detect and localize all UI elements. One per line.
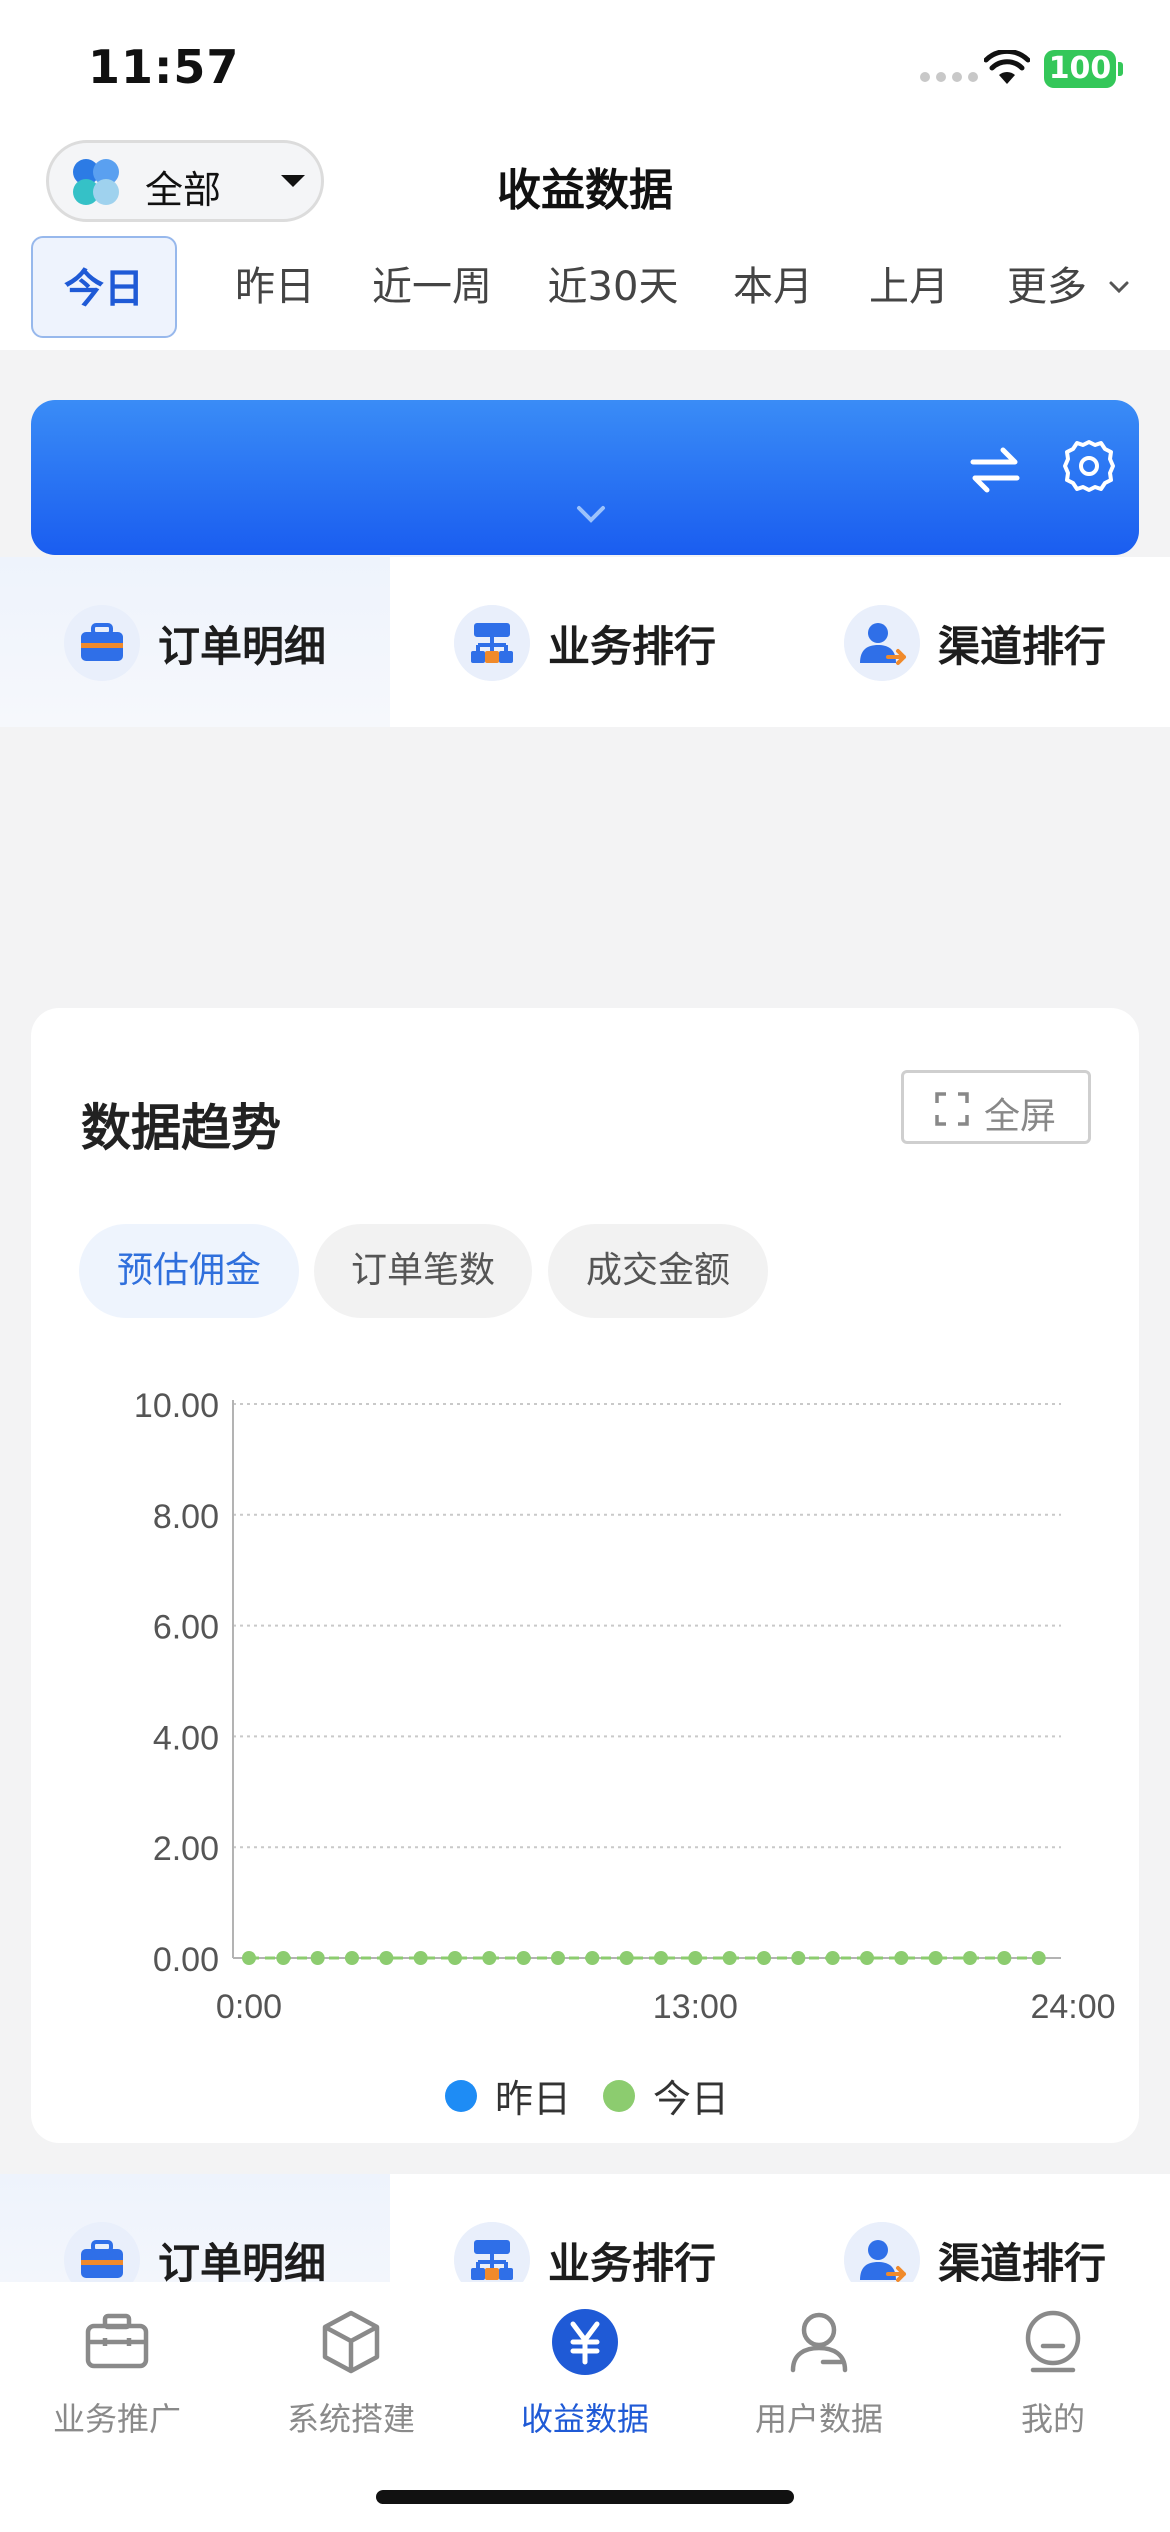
- legend-label: 昨日: [495, 2077, 572, 2121]
- chevron-down-icon[interactable]: [1108, 276, 1130, 298]
- data-point: [482, 1951, 497, 1965]
- legend-dot-today: [603, 2079, 635, 2112]
- tab-label: 用户数据: [754, 2400, 883, 2438]
- battery-indicator: 100: [1044, 50, 1116, 88]
- expand-chevron-icon[interactable]: [571, 500, 611, 530]
- data-point: [551, 1951, 565, 1965]
- tab-business-promotion[interactable]: 业务推广: [0, 2296, 234, 2456]
- wifi-icon: [984, 50, 1030, 84]
- user-icon: [790, 2312, 848, 2373]
- home-indicator: [376, 2490, 794, 2504]
- yen-icon: [552, 2309, 618, 2375]
- period-tab-yesterday[interactable]: 昨日: [216, 236, 334, 338]
- data-point: [860, 1951, 874, 1965]
- earnings-summary-banner[interactable]: [31, 400, 1139, 555]
- user-arrow-icon: [844, 605, 920, 681]
- period-tab-last-month[interactable]: 上月: [852, 236, 966, 338]
- y-tick-label: 8.00: [153, 1498, 219, 1536]
- data-point: [997, 1951, 1012, 1965]
- data-point: [345, 1951, 359, 1965]
- battery-tip: [1118, 62, 1123, 76]
- period-tab-30days[interactable]: 近30天: [538, 236, 688, 338]
- quick-nav-order-details[interactable]: 订单明细: [0, 557, 390, 727]
- tab-system-build[interactable]: 系统搭建: [234, 2296, 468, 2456]
- cube-icon: [322, 2310, 380, 2374]
- data-point: [688, 1951, 703, 1965]
- quick-nav-label: 业务排行: [548, 622, 717, 671]
- x-tick-label: 13:00: [653, 1988, 738, 2026]
- quick-nav-business-rank[interactable]: 业务排行: [390, 557, 780, 727]
- quick-nav-top: 订单明细 业务排行 渠道排行: [0, 557, 1170, 727]
- tab-label: 我的: [1020, 2400, 1085, 2438]
- tab-mine[interactable]: 我的: [936, 2296, 1170, 2456]
- legend-label: 今日: [653, 2077, 730, 2121]
- tab-user-data[interactable]: 用户数据: [702, 2296, 936, 2456]
- period-tabs: 今日 昨日 近一周 近30天 本月 上月 更多: [0, 236, 1170, 340]
- data-point: [585, 1951, 600, 1965]
- data-point: [619, 1951, 634, 1965]
- briefcase-icon: [85, 2313, 149, 2369]
- legend-item-yesterday[interactable]: 昨日: [445, 2068, 571, 2123]
- data-point: [448, 1951, 462, 1965]
- trend-card: 数据趋势 全屏 预估佣金 订单笔数 成交金额 0.00 2.00 4.00 6.00 8…: [31, 1008, 1139, 2143]
- data-point: [379, 1951, 394, 1965]
- cellular-signal-icon: [920, 72, 978, 82]
- legend-dot-yesterday: [445, 2079, 477, 2112]
- data-point: [1031, 1951, 1046, 1965]
- data-point: [516, 1951, 531, 1965]
- data-point: [757, 1951, 771, 1965]
- data-point: [825, 1951, 840, 1965]
- swap-icon[interactable]: [965, 440, 1025, 500]
- y-tick-label: 4.00: [153, 1719, 219, 1757]
- x-tick-label: 24:00: [1030, 1988, 1115, 2026]
- profile-icon: [1025, 2310, 1081, 2373]
- trend-chart: 0.00 2.00 4.00 6.00 8.00 10.00 0:00 13:00 24:00: [134, 1387, 1116, 2026]
- y-tick-label: 0.00: [153, 1941, 219, 1979]
- header: 全部 收益数据 今日 昨日 近一周 近30天 本月 上月 更多: [0, 140, 1170, 350]
- quick-nav-label: 渠道排行: [938, 622, 1107, 671]
- y-tick-label: 2.00: [153, 1830, 219, 1868]
- data-point: [928, 1951, 943, 1965]
- legend-item-today[interactable]: 今日: [603, 2068, 729, 2123]
- period-tab-week[interactable]: 近一周: [362, 236, 502, 338]
- tab-label: 业务推广: [52, 2400, 181, 2438]
- quick-nav-channel-rank[interactable]: 渠道排行: [780, 557, 1170, 727]
- tab-earnings-data[interactable]: 收益数据: [468, 2296, 702, 2456]
- data-point: [791, 1951, 806, 1965]
- data-point: [722, 1951, 737, 1965]
- data-point: [413, 1951, 428, 1965]
- data-point: [894, 1951, 909, 1965]
- quick-nav-label: 订单明细: [158, 622, 327, 671]
- tab-label: 收益数据: [520, 2400, 649, 2438]
- y-tick-label: 10.00: [134, 1387, 219, 1425]
- tab-label: 系统搭建: [286, 2400, 415, 2438]
- y-tick-label: 6.00: [153, 1609, 219, 1647]
- status-time: 11:57: [88, 40, 240, 94]
- data-point: [276, 1951, 291, 1965]
- page-title: 收益数据: [497, 165, 673, 216]
- briefcase-icon: [64, 605, 140, 681]
- x-tick-label: 0:00: [216, 1988, 282, 2026]
- period-tab-today[interactable]: 今日: [31, 236, 177, 338]
- data-point: [963, 1951, 977, 1965]
- period-tab-more[interactable]: 更多: [990, 236, 1104, 338]
- data-point: [310, 1951, 325, 1965]
- data-point: [654, 1951, 668, 1965]
- period-tab-this-month[interactable]: 本月: [716, 236, 830, 338]
- org-chart-icon: [454, 605, 530, 681]
- data-point: [242, 1951, 256, 1965]
- status-bar: 11:57 100: [0, 0, 1170, 140]
- chart-legend: 昨日 今日: [31, 2068, 1139, 2128]
- settings-icon[interactable]: [1059, 436, 1119, 496]
